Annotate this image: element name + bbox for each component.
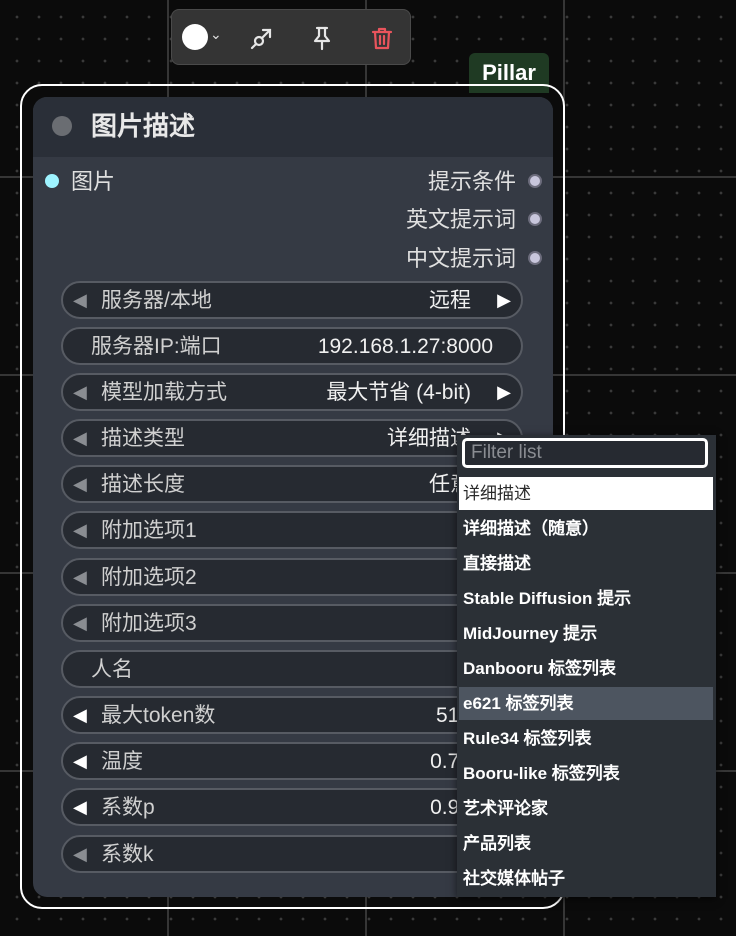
- output-slot-conditioning-dot[interactable]: [528, 174, 542, 188]
- widget-label: 描述长度: [101, 473, 185, 496]
- widget-max-tokens[interactable]: ◀ 最大token数 512: [61, 696, 523, 734]
- dropdown-option[interactable]: 产品列表: [459, 827, 713, 860]
- widget-label: 附加选项2: [101, 566, 197, 589]
- widget-label: 系数p: [101, 796, 155, 819]
- dropdown-option[interactable]: 艺术评论家: [459, 792, 713, 825]
- widget-extra-option-3[interactable]: ◀ 附加选项3: [61, 604, 523, 642]
- decrement-arrow-icon[interactable]: ◀: [73, 795, 87, 819]
- dropdown-option[interactable]: e621 标签列表: [459, 687, 713, 720]
- dropdown-option[interactable]: Booru-like 标签列表: [459, 757, 713, 790]
- widget-value: 最大节省 (4-bit): [326, 381, 471, 404]
- color-swatch-button[interactable]: [182, 24, 208, 50]
- dropdown-option[interactable]: 详细描述（随意）: [459, 512, 713, 545]
- decrement-arrow-icon[interactable]: ◀: [73, 518, 87, 542]
- widget-extra-option-2[interactable]: ◀ 附加选项2: [61, 558, 523, 596]
- widget-top-k[interactable]: ◀ 系数k 0: [61, 835, 523, 873]
- node-toolbar: ⌄: [171, 9, 411, 65]
- widget-label: 系数k: [101, 843, 154, 866]
- widget-caption-length[interactable]: ◀ 描述长度 任意: [61, 465, 523, 503]
- widget-value: 192.168.1.27:8000: [317, 335, 493, 358]
- widget-label: 人名: [91, 658, 133, 681]
- decrement-arrow-icon[interactable]: ◀: [73, 426, 87, 450]
- output-slot-en-prompt-label: 英文提示词: [405, 207, 516, 232]
- collapse-toggle[interactable]: [52, 116, 72, 136]
- widget-label: 附加选项3: [101, 612, 197, 635]
- widget-label: 描述类型: [101, 427, 185, 450]
- widget-label: 温度: [101, 750, 143, 773]
- dropdown-option[interactable]: MidJourney 提示: [459, 617, 713, 650]
- widget-server-ip-port[interactable]: 服务器IP:端口 192.168.1.27:8000: [61, 327, 523, 365]
- dropdown-option[interactable]: Rule34 标签列表: [459, 722, 713, 755]
- increment-arrow-icon[interactable]: ▶: [497, 380, 511, 404]
- dropdown-option[interactable]: Danbooru 标签列表: [459, 652, 713, 685]
- decrement-arrow-icon[interactable]: ◀: [73, 749, 87, 773]
- widget-model-loading[interactable]: ◀ 模型加载方式 最大节省 (4-bit) ▶: [61, 373, 523, 411]
- widget-label: 最大token数: [101, 704, 216, 727]
- widget-value: 远程: [429, 289, 471, 312]
- output-slot-zh-prompt-dot[interactable]: [528, 251, 542, 265]
- input-slot-image-label: 图片: [71, 169, 116, 194]
- bypass-icon[interactable]: [246, 22, 278, 54]
- widget-extra-option-1[interactable]: ◀ 附加选项1: [61, 511, 523, 549]
- filter-list-input[interactable]: Filter list: [462, 438, 708, 468]
- dropdown-option[interactable]: 直接描述: [459, 547, 713, 580]
- dropdown-option[interactable]: Stable Diffusion 提示: [459, 582, 713, 615]
- widget-label: 模型加载方式: [101, 381, 227, 404]
- output-slot-en-prompt-dot[interactable]: [528, 212, 542, 226]
- input-slot-image-dot[interactable]: [45, 174, 59, 188]
- widget-label: 附加选项1: [101, 519, 197, 542]
- widget-person-name[interactable]: 人名: [61, 650, 523, 688]
- decrement-arrow-icon[interactable]: ◀: [73, 703, 87, 727]
- dropdown-option[interactable]: 社交媒体帖子: [459, 862, 713, 895]
- widget-label: 服务器/本地: [101, 289, 212, 312]
- widget-label: 服务器IP:端口: [91, 335, 222, 358]
- node-title: 图片描述: [91, 111, 196, 141]
- decrement-arrow-icon[interactable]: ◀: [73, 565, 87, 589]
- widget-top-p[interactable]: ◀ 系数p 0.90: [61, 788, 523, 826]
- decrement-arrow-icon[interactable]: ◀: [73, 472, 87, 496]
- decrement-arrow-icon[interactable]: ◀: [73, 380, 87, 404]
- output-slot-conditioning-label: 提示条件: [427, 169, 516, 194]
- output-slot-zh-prompt-label: 中文提示词: [405, 246, 516, 271]
- dropdown-option[interactable]: 详细描述: [459, 477, 713, 510]
- increment-arrow-icon[interactable]: ▶: [497, 288, 511, 312]
- chevron-down-icon[interactable]: ⌄: [210, 26, 222, 43]
- decrement-arrow-icon[interactable]: ◀: [73, 611, 87, 635]
- widget-server-local[interactable]: ◀ 服务器/本地 远程 ▶: [61, 281, 523, 319]
- widget-caption-type[interactable]: ◀ 描述类型 详细描述 ▶: [61, 419, 523, 457]
- decrement-arrow-icon[interactable]: ◀: [73, 288, 87, 312]
- decrement-arrow-icon[interactable]: ◀: [73, 842, 87, 866]
- delete-icon[interactable]: [366, 22, 398, 54]
- widget-temperature[interactable]: ◀ 温度 0.70: [61, 742, 523, 780]
- pin-icon[interactable]: [306, 22, 338, 54]
